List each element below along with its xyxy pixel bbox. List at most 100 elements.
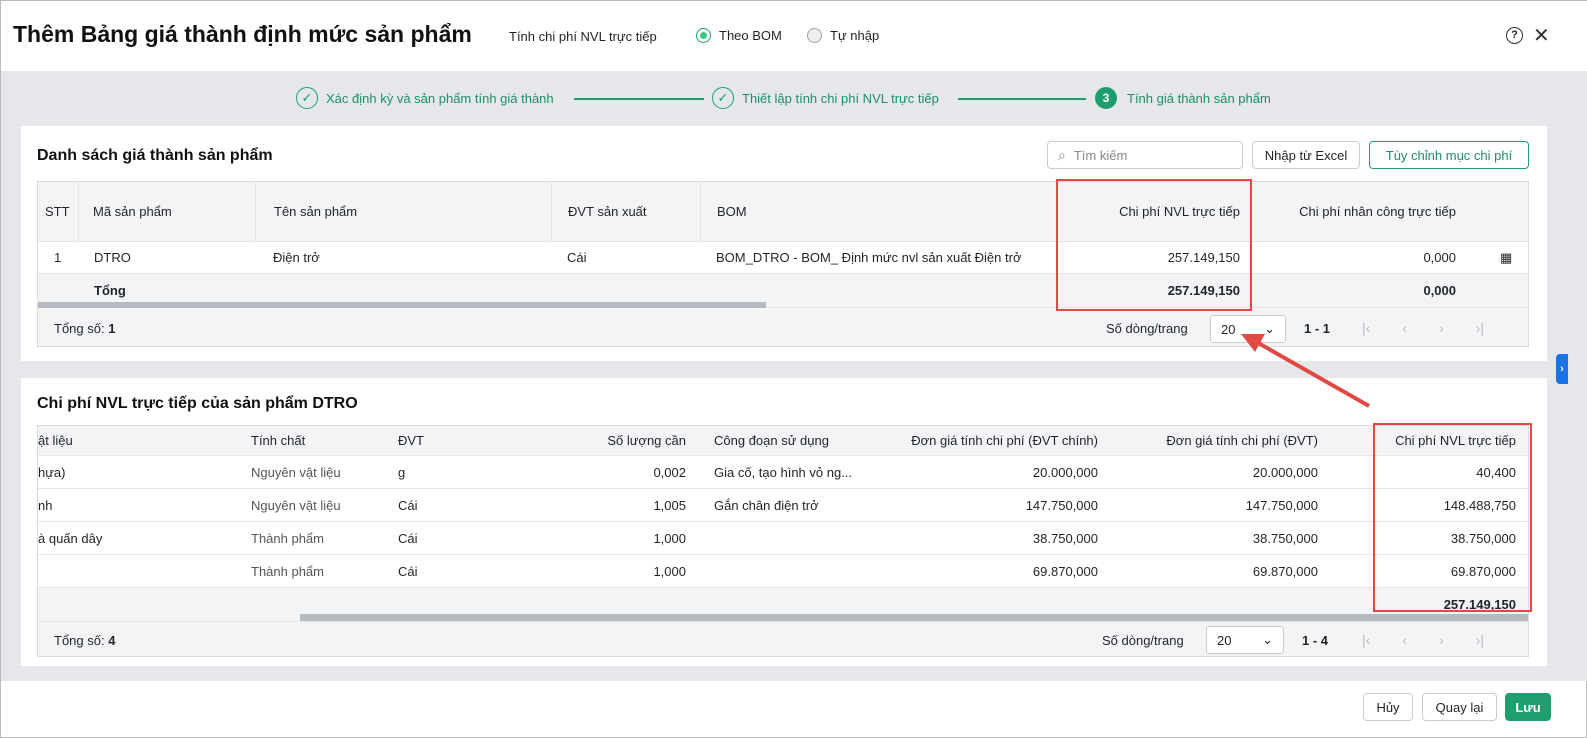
step-2: ✓ Thiết lập tính chi phí NVL trực tiếp	[712, 87, 939, 109]
cell-unit-price: 69.870,000	[1252, 563, 1318, 579]
cell-code: DTRO	[94, 250, 131, 265]
cell-unit-price-main: 38.750,000	[1032, 530, 1098, 546]
method-label: Tính chi phí NVL trực tiếp	[509, 29, 657, 44]
cell-unit-price: 38.750,000	[1252, 530, 1318, 546]
cancel-button[interactable]: Hủy	[1363, 693, 1413, 721]
cell-unit: g	[398, 464, 406, 480]
cell-unit: Cái	[398, 497, 418, 513]
page-range: 1 - 4	[1302, 632, 1329, 648]
table-footer: Tổng số: 4 Số dòng/trang 20 ⌄ 1 - 4 |‹ ‹ › ›…	[38, 622, 1528, 656]
step-number: 3	[1095, 87, 1117, 109]
table-row[interactable]: 1 DTRO Điện trở Cái BOM_DTRO - BOM_ Định…	[38, 242, 1528, 274]
products-title: Danh sách giá thành sản phẩm	[37, 147, 273, 164]
col-property: Tính chất	[251, 433, 306, 448]
table-header: STT Mã sản phẩm Tên sản phẩm ĐVT sản xuấ…	[38, 182, 1528, 242]
radio-tu-nhap[interactable]: Tự nhập	[807, 28, 879, 43]
close-icon[interactable]: ✕	[1533, 23, 1550, 48]
radio-label: Tự nhập	[830, 28, 880, 43]
col-unit: ĐVT sản xuất	[551, 182, 700, 241]
cell-unit-price-main: 69.870,000	[1032, 563, 1098, 579]
cell-unit-price-main: 20.000,000	[1032, 464, 1098, 480]
help-icon[interactable]: ?	[1506, 27, 1523, 44]
cell-unit-price: 147.750,000	[1245, 497, 1318, 513]
col-stt: STT	[45, 204, 70, 219]
customize-cost-button[interactable]: Tùy chỉnh mục chi phí	[1369, 141, 1529, 169]
step-label: Thiết lập tính chi phí NVL trực tiếp	[742, 90, 939, 106]
cell-labor: 0,000	[1423, 250, 1456, 265]
last-page-icon[interactable]: ›|	[1476, 632, 1484, 648]
cell-quantity: 1,000	[653, 563, 686, 579]
page-size-label: Số dòng/trang	[1102, 632, 1184, 648]
total-count: Tổng số: 1	[54, 320, 116, 336]
pagination: |‹ ‹ › ›|	[1348, 622, 1498, 656]
side-panel-toggle[interactable]: ›	[1556, 354, 1568, 384]
table-row[interactable]: nh Nguyên vật liệu Cái 1,005 Gắn chân điện t…	[38, 489, 1528, 522]
first-page-icon[interactable]: |‹	[1362, 632, 1370, 648]
back-button[interactable]: Quay lại	[1422, 693, 1497, 721]
calculator-icon[interactable]: ▦	[1486, 242, 1516, 273]
cell-material: à quấn dây	[38, 530, 103, 546]
table-row[interactable]: Thành phẩm Cái 1,000 69.870,000 69.870,000 69…	[38, 555, 1528, 588]
table-row[interactable]: à quấn dây Thành phẩm Cái 1,000 38.750,000 38…	[38, 522, 1528, 555]
col-code: Mã sản phẩm	[78, 182, 255, 241]
search-input[interactable]: ⌕ Tìm kiếm	[1047, 141, 1243, 169]
cell-unit: Cái	[398, 563, 418, 579]
col-material: ật liệu	[38, 433, 73, 448]
step-3: 3 Tính giá thành sản phẩm	[1095, 87, 1271, 109]
cell-material: nh	[38, 497, 53, 513]
cell-quantity: 1,005	[653, 497, 686, 513]
cell-stage	[700, 555, 872, 587]
cell-stage: Gia cố, tạo hình vỏ ng...	[714, 464, 853, 480]
col-unit: ĐVT	[398, 433, 424, 448]
step-connector	[574, 98, 704, 100]
table-header: ật liệu Tính chất ĐVT Số lượng cần Công đoạn…	[38, 426, 1528, 456]
total-labor: 0,000	[1423, 283, 1456, 298]
cell-stt: 1	[54, 250, 62, 265]
total-count: Tổng số: 4	[54, 632, 116, 648]
last-page-icon[interactable]: ›|	[1476, 320, 1484, 336]
next-page-icon[interactable]: ›	[1439, 632, 1444, 648]
col-unit-price-main: Đơn giá tính chi phí (ĐVT chính)	[911, 433, 1098, 448]
next-page-icon[interactable]: ›	[1439, 320, 1444, 336]
step-label: Xác định kỳ và sản phẩm tính giá thành	[326, 90, 554, 106]
save-button[interactable]: Lưu	[1505, 693, 1551, 721]
materials-title: Chi phí NVL trực tiếp của sản phẩm DTRO	[37, 395, 358, 412]
search-placeholder: Tìm kiếm	[1073, 147, 1128, 163]
prev-page-icon[interactable]: ‹	[1402, 320, 1407, 336]
check-icon: ✓	[712, 87, 734, 109]
products-table: STT Mã sản phẩm Tên sản phẩm ĐVT sản xuấ…	[37, 181, 1529, 347]
cell-stage: Gắn chân điện trở	[714, 497, 819, 513]
radio-checked-icon	[696, 28, 711, 43]
step-label: Tính giá thành sản phẩm	[1127, 90, 1271, 106]
prev-page-icon[interactable]: ‹	[1402, 632, 1407, 648]
materials-table: ật liệu Tính chất ĐVT Số lượng cần Công đoạn…	[37, 425, 1529, 657]
cell-unit-price-main: 147.750,000	[1025, 497, 1098, 513]
check-icon: ✓	[296, 87, 318, 109]
cell-unit: Cái	[567, 250, 587, 265]
cell-quantity: 0,002	[653, 464, 686, 480]
horizontal-scrollbar[interactable]	[300, 614, 1528, 621]
dialog-header: Thêm Bảng giá thành định mức sản phẩm Tí…	[1, 1, 1587, 71]
import-excel-button[interactable]: Nhập từ Excel	[1252, 141, 1360, 169]
radio-theo-bom[interactable]: Theo BOM	[696, 28, 782, 43]
cell-unit: Cái	[398, 530, 418, 546]
cell-property: Thành phẩm	[251, 530, 324, 546]
radio-unchecked-icon	[807, 28, 822, 43]
chevron-down-icon: ⌄	[1262, 632, 1273, 647]
cell-property: Nguyên vật liệu	[251, 497, 341, 513]
step-connector	[958, 98, 1086, 100]
cell-property: Thành phẩm	[251, 563, 324, 579]
highlight-box	[1056, 179, 1252, 311]
cell-stage	[700, 522, 872, 554]
cell-quantity: 1,000	[653, 530, 686, 546]
col-bom: BOM	[700, 182, 1057, 241]
cell-material	[38, 555, 237, 587]
col-name: Tên sản phẩm	[255, 182, 551, 241]
col-unit-price: Đơn giá tính chi phí (ĐVT)	[1166, 433, 1318, 448]
col-stage: Công đoạn sử dụng	[714, 433, 829, 448]
table-row[interactable]: hựa) Nguyên vật liệu g 0,002 Gia cố, tạo hìn…	[38, 456, 1528, 489]
dialog-title: Thêm Bảng giá thành định mức sản phẩm	[13, 21, 472, 47]
cell-unit-price: 20.000,000	[1252, 464, 1318, 480]
cell-property: Nguyên vật liệu	[251, 464, 341, 480]
page-size-select[interactable]: 20 ⌄	[1206, 626, 1284, 654]
